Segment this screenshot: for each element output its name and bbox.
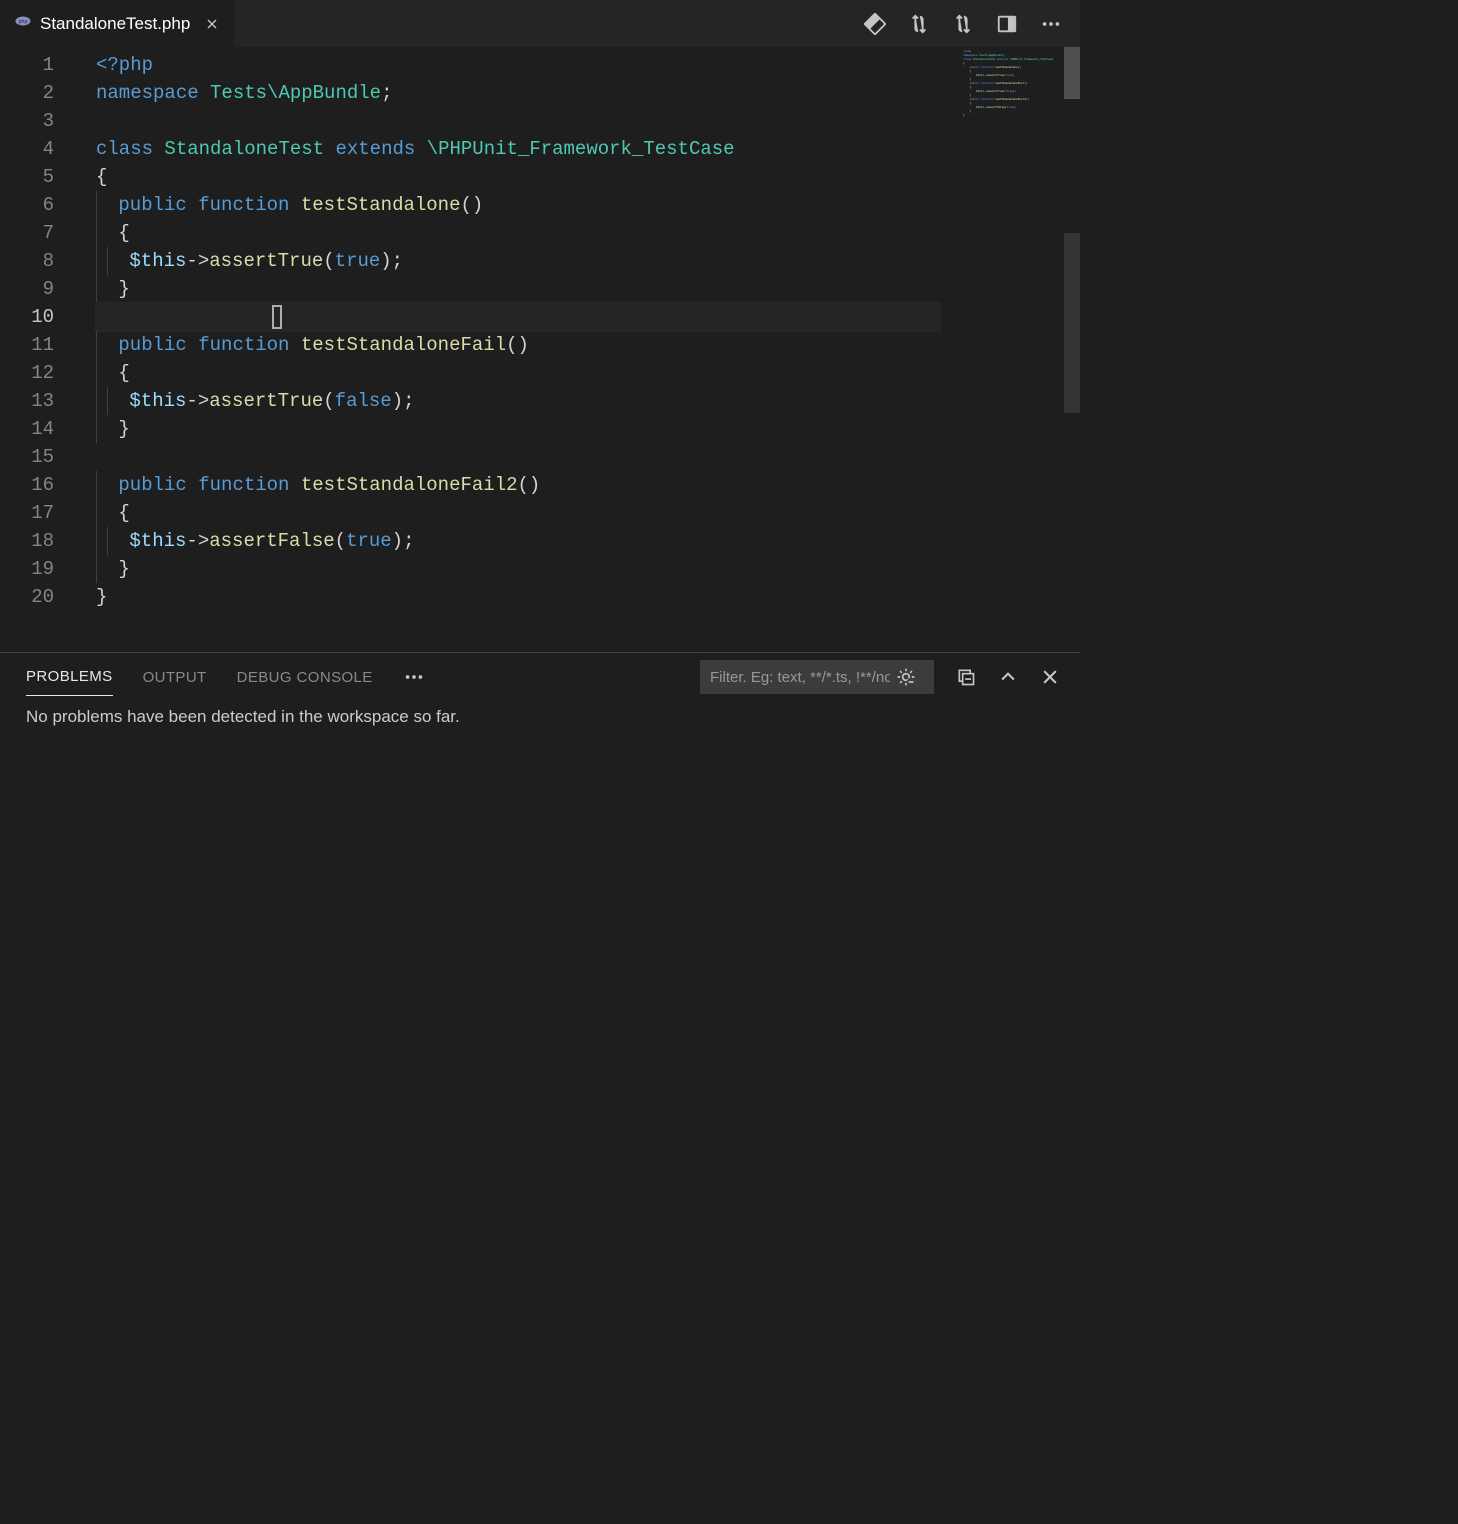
tabs: php StandaloneTest.php xyxy=(0,0,235,47)
line-number: 12 xyxy=(0,359,80,387)
close-panel-icon[interactable] xyxy=(1040,667,1060,687)
line-number: 2 xyxy=(0,79,80,107)
editor-actions xyxy=(864,0,1080,47)
code-line[interactable]: { xyxy=(96,219,1080,247)
scrollbar-thumb[interactable] xyxy=(1064,47,1080,99)
collapse-all-icon[interactable] xyxy=(956,667,976,687)
code-line[interactable]: public function testStandaloneFail() xyxy=(96,331,1080,359)
problems-filter[interactable] xyxy=(700,660,934,694)
line-number-gutter: 1234567891011121314151617181920 xyxy=(0,47,80,652)
editor: 1234567891011121314151617181920 <?phpnam… xyxy=(0,47,1080,652)
line-number: 9 xyxy=(0,275,80,303)
code-line[interactable]: namespace Tests\AppBundle; xyxy=(96,79,1080,107)
line-number: 17 xyxy=(0,499,80,527)
code-line[interactable]: } xyxy=(96,555,1080,583)
code-line[interactable] xyxy=(96,443,1080,471)
code-area[interactable]: <?phpnamespace Tests\AppBundle; class Sta… xyxy=(80,47,1080,652)
panel: PROBLEMS OUTPUT DEBUG CONSOLE xyxy=(0,652,1080,1130)
panel-header: PROBLEMS OUTPUT DEBUG CONSOLE xyxy=(0,653,1080,701)
line-number: 10 xyxy=(0,303,80,331)
tab-standalonetest[interactable]: php StandaloneTest.php xyxy=(0,0,235,47)
close-icon[interactable] xyxy=(204,16,220,32)
code-line[interactable]: } xyxy=(96,275,1080,303)
code-line[interactable]: public function testStandalone() xyxy=(96,191,1080,219)
line-number: 20 xyxy=(0,583,80,611)
code-line[interactable] xyxy=(96,303,940,331)
code-line[interactable]: { xyxy=(96,163,1080,191)
code-line[interactable]: <?php xyxy=(96,51,1080,79)
panel-actions xyxy=(700,660,1060,694)
line-number: 1 xyxy=(0,51,80,79)
compare-1-icon[interactable] xyxy=(908,13,930,35)
line-number: 13 xyxy=(0,387,80,415)
line-number: 8 xyxy=(0,247,80,275)
line-number: 7 xyxy=(0,219,80,247)
line-number: 16 xyxy=(0,471,80,499)
line-number: 15 xyxy=(0,443,80,471)
filter-settings-icon[interactable] xyxy=(896,667,916,687)
code-line[interactable] xyxy=(96,107,1080,135)
chevron-up-icon[interactable] xyxy=(998,667,1018,687)
php-file-icon: php xyxy=(14,12,32,35)
line-number: 3 xyxy=(0,107,80,135)
line-number: 19 xyxy=(0,555,80,583)
minimap[interactable]: <?phpnamespace Tests\AppBundle;class Sta… xyxy=(963,49,1058,117)
tab-filename: StandaloneTest.php xyxy=(40,14,190,34)
scrollbar-region xyxy=(1064,233,1080,413)
line-number: 11 xyxy=(0,331,80,359)
code-line[interactable]: $this->assertTrue(false); xyxy=(96,387,1080,415)
compare-2-icon[interactable] xyxy=(952,13,974,35)
diff-icon[interactable] xyxy=(864,13,886,35)
panel-more-icon[interactable] xyxy=(403,666,425,688)
line-number: 5 xyxy=(0,163,80,191)
more-icon[interactable] xyxy=(1040,13,1062,35)
panel-tabs: PROBLEMS OUTPUT DEBUG CONSOLE xyxy=(26,658,425,696)
code-line[interactable]: class StandaloneTest extends \PHPUnit_Fr… xyxy=(96,135,1080,163)
line-number: 18 xyxy=(0,527,80,555)
tab-output[interactable]: OUTPUT xyxy=(143,659,207,696)
tab-debug-console[interactable]: DEBUG CONSOLE xyxy=(237,659,373,696)
text-cursor xyxy=(272,305,282,329)
code-line[interactable]: { xyxy=(96,359,1080,387)
line-number: 6 xyxy=(0,191,80,219)
split-editor-icon[interactable] xyxy=(996,13,1018,35)
line-number: 14 xyxy=(0,415,80,443)
code-line[interactable]: } xyxy=(96,415,1080,443)
code-line[interactable]: { xyxy=(96,499,1080,527)
code-line[interactable]: $this->assertTrue(true); xyxy=(96,247,1080,275)
line-number: 4 xyxy=(0,135,80,163)
vertical-scrollbar[interactable] xyxy=(1064,47,1080,652)
code-line[interactable]: $this->assertFalse(true); xyxy=(96,527,1080,555)
code-line[interactable]: } xyxy=(96,583,1080,611)
code-line[interactable]: public function testStandaloneFail2() xyxy=(96,471,1080,499)
svg-text:php: php xyxy=(19,19,28,25)
problems-message: No problems have been detected in the wo… xyxy=(0,701,1080,733)
problems-filter-input[interactable] xyxy=(710,669,890,686)
tab-bar: php StandaloneTest.php xyxy=(0,0,1080,47)
tab-problems[interactable]: PROBLEMS xyxy=(26,658,113,696)
